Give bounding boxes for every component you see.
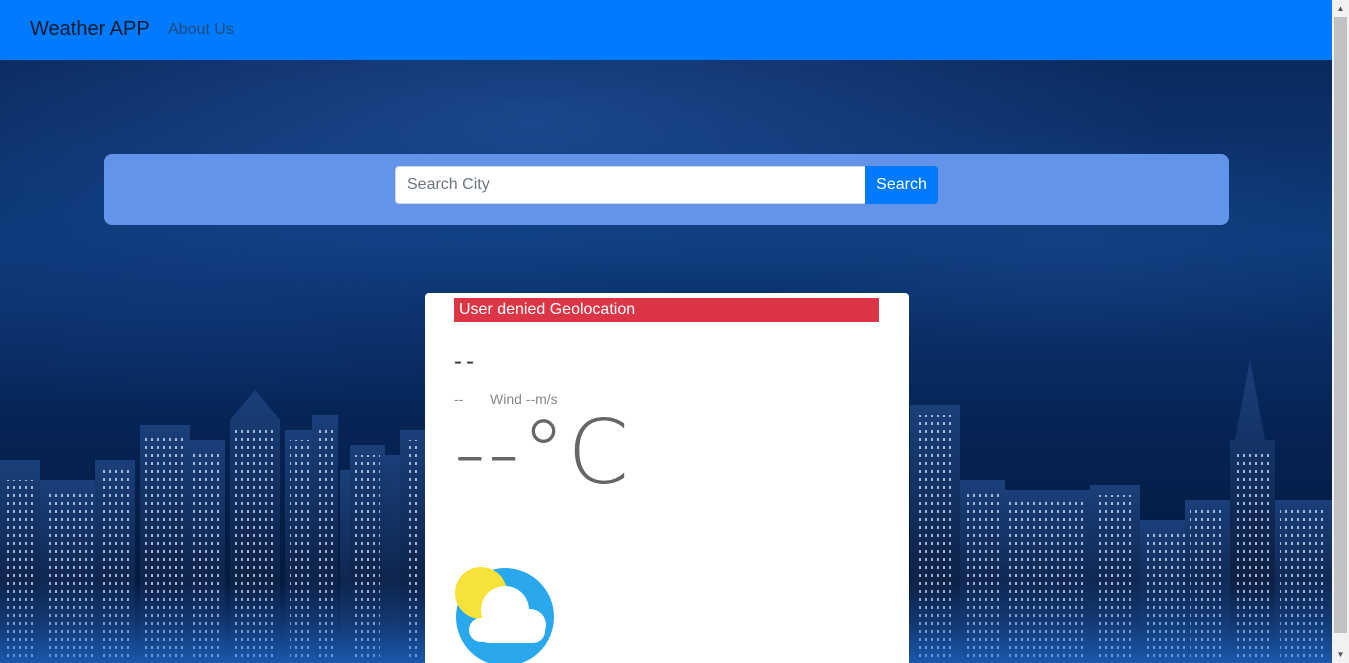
nav-link-about-us[interactable]: About Us: [168, 21, 234, 39]
city-name: --: [454, 348, 478, 375]
vertical-scrollbar[interactable]: ▲ ▼: [1332, 0, 1349, 663]
navbar: Weather APP About Us: [0, 0, 1332, 60]
partly-cloudy-icon: [455, 567, 554, 663]
temperature-value: --°C: [454, 401, 631, 504]
weather-card: User denied Geolocation -- -- Wind --m/s…: [425, 293, 909, 663]
search-button[interactable]: Search: [865, 166, 938, 204]
scrollbar-thumb[interactable]: [1334, 17, 1347, 633]
brand-logo-text[interactable]: Weather APP: [30, 18, 150, 41]
geolocation-error-alert: User denied Geolocation: [454, 298, 879, 322]
scroll-down-arrow-icon[interactable]: ▼: [1332, 646, 1349, 663]
search-city-input[interactable]: [395, 166, 865, 204]
scroll-up-arrow-icon[interactable]: ▲: [1332, 0, 1349, 17]
